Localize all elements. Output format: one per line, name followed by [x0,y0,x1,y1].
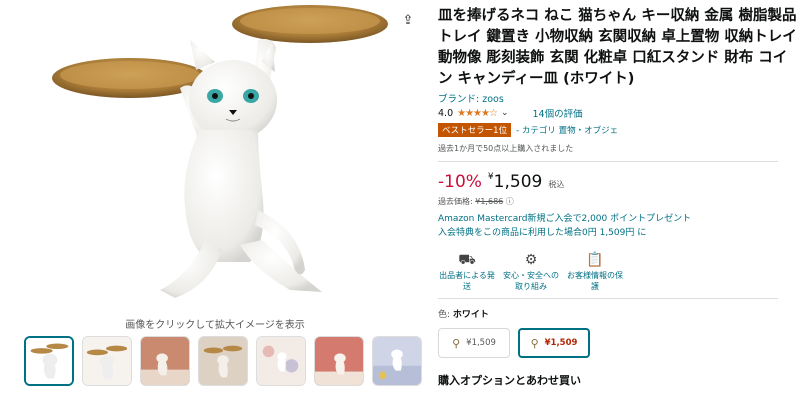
thumbnail-2[interactable] [82,336,132,386]
color-value: ホワイト [452,310,489,320]
divider [438,161,778,162]
feature-icons-row: ⛟ 出品者による発送 ⚙ 安心・安全への取り組み 📋 お客様情報の保護 [438,250,798,292]
feature-seller-shipping[interactable]: ⛟ 出品者による発送 [438,250,496,292]
cat-figurine-image [52,5,388,298]
chevron-down-icon[interactable]: ⌄ [501,108,509,118]
brand-link[interactable]: ブランド: zoos [438,91,798,105]
product-info-panel: 皿を捧げるネコ ねこ 猫ちゃん キー収納 金属 樹脂製品トレイ 鍵置き 小物収納… [438,6,798,388]
truck-icon: ⛟ [458,252,476,268]
discount-percent: -10% [438,172,482,192]
price-amount: 1,509 [493,172,543,192]
rating-row: 4.0 ★★★★☆ ⌄ 14個の評価 [438,106,798,121]
variant-price: ¥1,509 [544,338,578,348]
rating-value: 4.0 [438,107,454,119]
points-promo[interactable]: Amazon Mastercard新規ご入会で2,000 ポイントプレゼント 入… [438,212,798,240]
review-count-link[interactable]: 14個の評価 [532,106,582,120]
feature-label: 出品者による発送 [439,271,495,291]
bestseller-badge[interactable]: ベストセラー1位 [438,123,512,137]
variant-option-1[interactable]: ⚲ ¥1,509 [438,328,510,358]
color-label: 色: [438,310,453,320]
feature-safety[interactable]: ⚙ 安心・安全への取り組み [502,250,560,292]
variant-option-2[interactable]: ⚲ ¥1,509 [518,328,590,358]
purchase-options-heading: 購入オプションとあわせ買い [438,374,581,387]
divider [438,298,778,299]
price-row: -10% ¥1,509 税込 [438,172,798,192]
points-line-1: Amazon Mastercard新規ご入会で2,000 ポイントプレゼント [438,214,692,224]
list-price-row: 過去価格: ¥1,686 ⓘ [438,196,798,207]
info-icon[interactable]: ⓘ [506,197,514,206]
thumbnail-4[interactable] [198,336,248,386]
feature-privacy[interactable]: 📋 お客様情報の保護 [566,250,624,292]
share-icon[interactable]: ⇪ [399,12,417,30]
image-zoom-caption: 画像をクリックして拡大イメージを表示 [125,320,305,331]
list-price-label: 過去価格: [438,197,476,206]
thumbnail-1[interactable] [24,336,74,386]
product-title: 皿を捧げるネコ ねこ 猫ちゃん キー収納 金属 樹脂製品トレイ 鍵置き 小物収納… [438,8,797,87]
thumbnail-7[interactable] [372,336,422,386]
thumbnail-5[interactable] [256,336,306,386]
shield-icon: ⚙ [524,252,538,268]
star-rating-icon[interactable]: ★★★★☆ [457,108,498,119]
feature-label: お客様情報の保護 [567,271,623,291]
bestseller-row: ベストセラー1位 - カテゴリ 置物・オブジェ [438,123,798,137]
variant-thumbnail-icon: ⚲ [530,336,539,350]
current-price: ¥1,509 [488,172,542,192]
tax-label: 税込 [548,180,565,189]
list-price-value: ¥1,686 [475,197,504,206]
clipboard-icon: 📋 [586,252,604,268]
thumbnail-6[interactable] [314,336,364,386]
points-line-2: 入会特典をこの商品に利用した場合0円 1,509円 に [438,228,647,238]
category-link[interactable]: - カテゴリ 置物・オブジェ [516,124,618,136]
main-product-image[interactable] [0,0,430,312]
color-selector-label: 色: ホワイト [438,307,798,320]
variant-price: ¥1,509 [466,338,496,348]
feature-label: 安心・安全への取り組み [503,271,559,291]
thumbnail-strip [24,336,422,386]
purchase-count-text: 過去1か月で50点以上購入されました [438,144,574,153]
variant-options: ⚲ ¥1,509 ⚲ ¥1,509 [438,328,798,358]
thumbnail-3[interactable] [140,336,190,386]
variant-thumbnail-icon: ⚲ [452,336,461,350]
